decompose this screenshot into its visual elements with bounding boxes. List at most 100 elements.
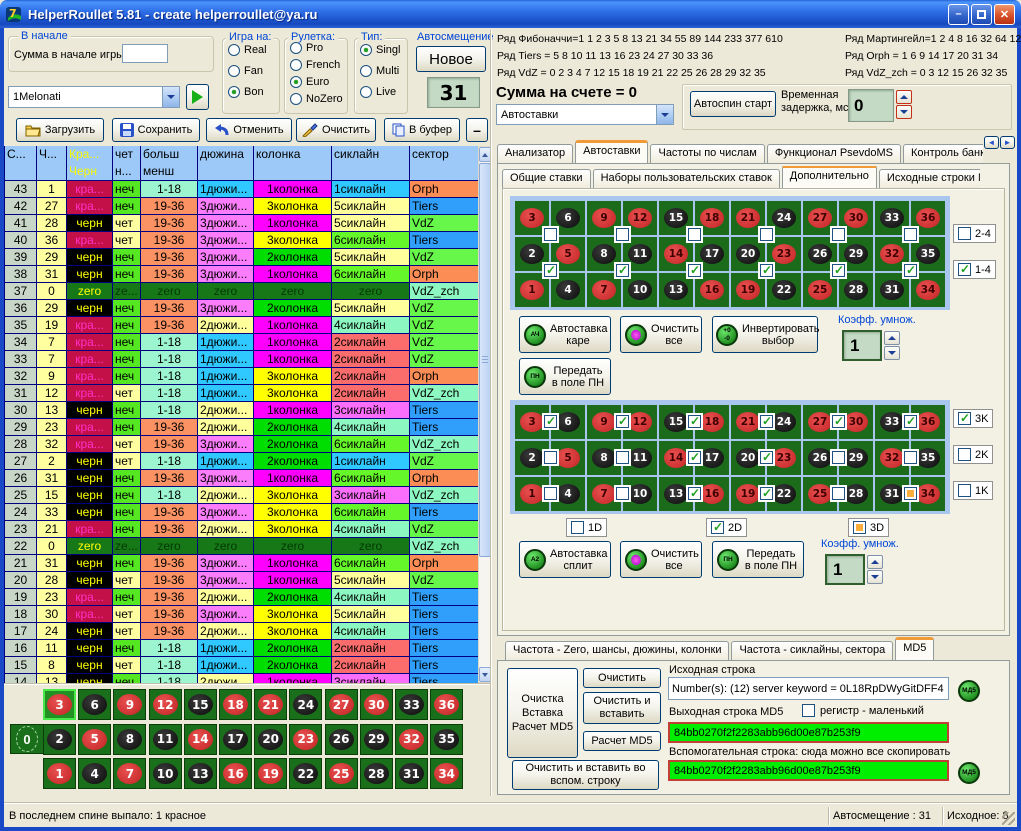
board-cell-18[interactable]: 18 bbox=[219, 689, 252, 720]
kare-clear-all-button[interactable]: Очистить все bbox=[620, 316, 702, 353]
spin-down-icon[interactable] bbox=[867, 570, 883, 584]
table-row[interactable]: 272чернчет1-181дюжи...2колонка1сиклайнVd… bbox=[5, 453, 478, 470]
checkbox-1-4[interactable] bbox=[958, 263, 971, 276]
split-side-check-0[interactable]: 3K bbox=[953, 409, 993, 428]
dozen-check-1[interactable]: 2D bbox=[706, 518, 747, 537]
board-cell-14[interactable]: 14 bbox=[184, 724, 217, 755]
board-cell-34[interactable]: 34 bbox=[430, 758, 463, 789]
kare-cell-1[interactable]: 1 bbox=[515, 273, 549, 307]
radio-euro[interactable]: Euro bbox=[290, 76, 329, 88]
board-cell-20[interactable]: 20 bbox=[254, 724, 287, 755]
board-cell-15[interactable]: 15 bbox=[184, 689, 217, 720]
board-cell-4[interactable]: 4 bbox=[78, 758, 111, 789]
board-cell-1[interactable]: 1 bbox=[43, 758, 76, 789]
table-row[interactable]: 1413черннеч1-182дюжи...1колонка3сиклайнT… bbox=[5, 674, 478, 683]
tab-функционал-psevdoms[interactable]: Функционал PsevdoMS bbox=[767, 144, 901, 164]
board-cell-32[interactable]: 32 bbox=[395, 724, 428, 755]
spin-down-icon[interactable] bbox=[884, 346, 900, 360]
header-cell[interactable]: сиклайн bbox=[332, 146, 410, 181]
kare-cell-16[interactable]: 16 bbox=[695, 273, 729, 307]
board-cell-27[interactable]: 27 bbox=[325, 689, 358, 720]
board-cell-9[interactable]: 9 bbox=[113, 689, 146, 720]
table-row[interactable]: 4036кра...чет19-363дюжи...3колонка6сикла… bbox=[5, 232, 478, 249]
close-icon[interactable]: ✕ bbox=[994, 4, 1015, 25]
board-cell-5[interactable]: 5 bbox=[78, 724, 111, 755]
split-checkbox[interactable] bbox=[544, 487, 557, 500]
split-checkbox[interactable] bbox=[688, 487, 701, 500]
split-checkbox[interactable] bbox=[832, 487, 845, 500]
kare-checkbox[interactable] bbox=[760, 228, 773, 241]
board-cell-0[interactable]: 0 bbox=[10, 724, 44, 754]
tab-наборы-пользовательских-ставок[interactable]: Наборы пользовательских ставок bbox=[593, 169, 780, 189]
tab-автоставки[interactable]: Автоставки bbox=[575, 140, 648, 164]
dozen-check-2[interactable]: 3D bbox=[848, 518, 889, 537]
collapse-button[interactable]: – bbox=[466, 118, 488, 142]
table-row[interactable]: 4128чернчет19-363дюжи...1колонка5сиклайн… bbox=[5, 215, 478, 232]
board-cell-6[interactable]: 6 bbox=[78, 689, 111, 720]
buffer-button[interactable]: В буфер bbox=[384, 118, 460, 142]
header-cell[interactable]: дюжина bbox=[198, 146, 254, 181]
checkbox-3k[interactable] bbox=[958, 412, 971, 425]
kare-mult-spinner[interactable] bbox=[884, 331, 900, 360]
radio-bon[interactable]: Bon bbox=[228, 86, 264, 98]
table-row[interactable]: 3929черннеч19-363дюжи...2колонка5сиклайн… bbox=[5, 249, 478, 266]
split-checkbox[interactable] bbox=[904, 415, 917, 428]
board-cell-11[interactable]: 11 bbox=[149, 724, 182, 755]
table-row[interactable]: 1611черннеч1-181дюжи...2колонка2сиклайнT… bbox=[5, 640, 478, 657]
split-checkbox[interactable] bbox=[760, 451, 773, 464]
autobets-combobox[interactable]: Автоставки bbox=[496, 104, 674, 125]
delay-spinner[interactable] bbox=[896, 90, 912, 119]
kare-cell-13[interactable]: 13 bbox=[659, 273, 693, 307]
radio-singl[interactable]: Singl bbox=[360, 44, 400, 56]
table-row[interactable]: 158чернчет1-181дюжи...2колонка2сиклайнTi… bbox=[5, 657, 478, 674]
autoshift-new-button[interactable]: Новое bbox=[416, 46, 486, 72]
kare-checkbox[interactable] bbox=[688, 264, 701, 277]
kare-cell-22[interactable]: 22 bbox=[767, 273, 801, 307]
table-row[interactable]: 3013черннеч1-182дюжи...1колонка3сиклайнT… bbox=[5, 402, 478, 419]
kare-side-check-0[interactable]: 2-4 bbox=[953, 224, 996, 243]
kare-checkbox[interactable] bbox=[616, 228, 629, 241]
md5-clear-paste-aux-button[interactable]: Очистить и вставить во вспом. строку bbox=[512, 760, 659, 790]
board-cell-2[interactable]: 2 bbox=[43, 724, 76, 755]
tab-md5[interactable]: MD5 bbox=[895, 637, 934, 661]
header-cell[interactable]: колонка bbox=[254, 146, 332, 181]
split-checkbox[interactable] bbox=[904, 487, 917, 500]
table-row[interactable]: 1830кра...чет19-363дюжи...3колонка5сикла… bbox=[5, 606, 478, 623]
board-cell-13[interactable]: 13 bbox=[184, 758, 217, 789]
load-button[interactable]: Загрузить bbox=[16, 118, 104, 142]
board-cell-12[interactable]: 12 bbox=[149, 689, 182, 720]
header-cell[interactable]: С... bbox=[5, 146, 37, 181]
split-transfer-button[interactable]: ПН Передать в поле ПН bbox=[712, 541, 804, 578]
table-row[interactable]: 4227кра...неч19-363дюжи...3колонка5сикла… bbox=[5, 198, 478, 215]
table-row[interactable]: 329кра...неч1-181дюжи...3колонка2сиклайн… bbox=[5, 368, 478, 385]
tab-частоты-по-числам[interactable]: Частоты по числам bbox=[650, 144, 764, 164]
split-checkbox[interactable] bbox=[688, 451, 701, 464]
radio-real[interactable]: Real bbox=[228, 44, 267, 56]
header-cell[interactable]: четн... bbox=[113, 146, 141, 181]
radio-pro[interactable]: Pro bbox=[290, 42, 323, 54]
undo-button[interactable]: Отменить bbox=[206, 118, 292, 142]
split-checkbox[interactable] bbox=[688, 415, 701, 428]
board-cell-25[interactable]: 25 bbox=[325, 758, 358, 789]
split-checkbox[interactable] bbox=[616, 451, 629, 464]
kare-checkbox[interactable] bbox=[904, 228, 917, 241]
board-cell-16[interactable]: 16 bbox=[219, 758, 252, 789]
checkbox-2k[interactable] bbox=[958, 448, 971, 461]
board-cell-28[interactable]: 28 bbox=[360, 758, 393, 789]
tab-scroll-right-icon[interactable]: ► bbox=[1000, 136, 1015, 149]
spin-up-icon[interactable] bbox=[884, 331, 900, 345]
board-cell-33[interactable]: 33 bbox=[395, 689, 428, 720]
table-row[interactable]: 220zeroze...zerozerozerozeroVdZ_zch bbox=[5, 538, 478, 555]
table-row[interactable]: 2028чернчет19-363дюжи...1колонка5сиклайн… bbox=[5, 572, 478, 589]
split-clear-all-button[interactable]: Очистить все bbox=[620, 541, 702, 578]
board-cell-36[interactable]: 36 bbox=[430, 689, 463, 720]
table-row[interactable]: 1923кра...неч19-362дюжи...2колонка4сикла… bbox=[5, 589, 478, 606]
table-row[interactable]: 3629черннеч19-363дюжи...2колонка5сиклайн… bbox=[5, 300, 478, 317]
kare-checkbox[interactable] bbox=[832, 264, 845, 277]
board-cell-7[interactable]: 7 bbox=[113, 758, 146, 789]
kare-cell-19[interactable]: 19 bbox=[731, 273, 765, 307]
table-row[interactable]: 3112кра...чет1-181дюжи...3колонка2сиклай… bbox=[5, 385, 478, 402]
preset-combobox[interactable]: 1Melonati bbox=[8, 86, 180, 108]
radio-nozero[interactable]: NoZero bbox=[290, 93, 343, 105]
md5-source-input[interactable] bbox=[668, 677, 949, 700]
